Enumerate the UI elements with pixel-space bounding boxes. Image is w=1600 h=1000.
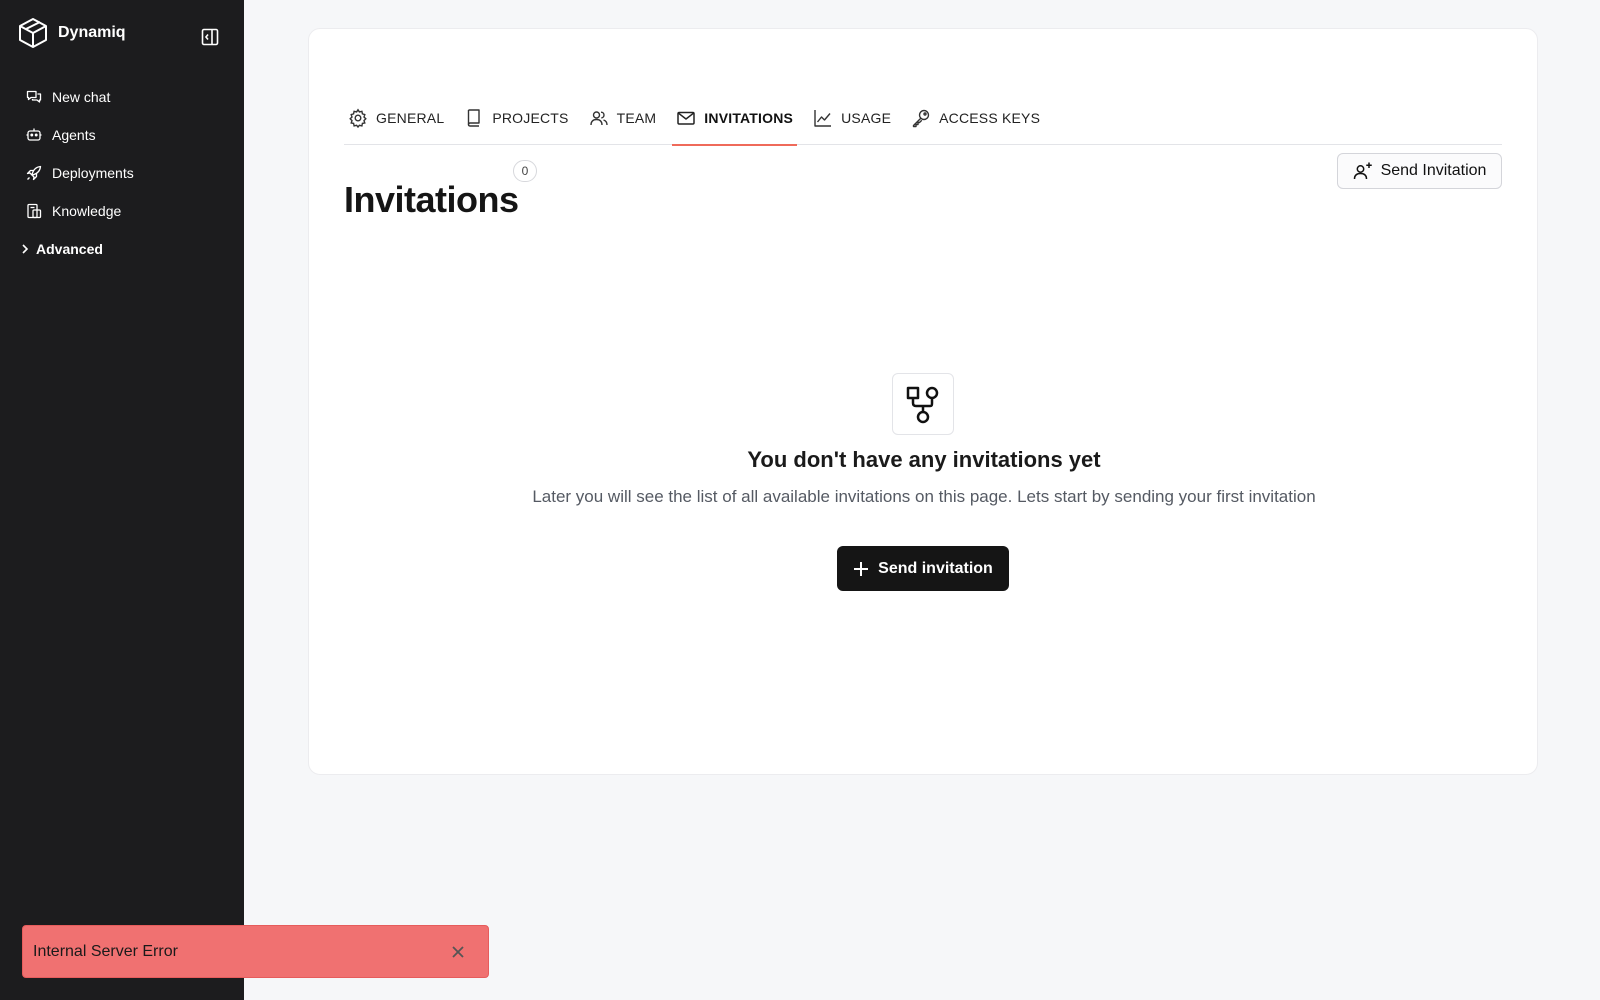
plus-icon	[853, 561, 869, 577]
error-toast: Internal Server Error	[22, 925, 489, 978]
tab-label: INVITATIONS	[704, 110, 794, 126]
user-plus-icon	[1353, 161, 1373, 181]
chart-line-icon	[813, 108, 833, 128]
sidebar-item-deployments[interactable]: Deployments	[0, 154, 244, 192]
sidebar-item-new-chat[interactable]: New chat	[0, 78, 244, 116]
users-icon	[589, 108, 609, 128]
envelope-icon	[676, 108, 696, 128]
git-fork-icon	[892, 373, 954, 435]
empty-state-subtitle: Later you will see the list of all avail…	[532, 487, 1316, 506]
key-icon	[911, 108, 931, 128]
sidebar-item-label: Knowledge	[52, 203, 122, 219]
tab-access-keys[interactable]: ACCESS KEYS	[907, 91, 1044, 145]
send-invitation-primary-button[interactable]: Send invitation	[837, 546, 1009, 591]
tab-label: PROJECTS	[492, 110, 569, 126]
tab-invitations[interactable]: INVITATIONS	[672, 91, 797, 146]
send-invitation-button[interactable]: Send Invitation	[1337, 153, 1502, 189]
gear-icon	[348, 108, 368, 128]
sidebar-nav: New chat Agents Deployments Knowledge Ad…	[0, 78, 244, 268]
tab-general[interactable]: GENERAL	[344, 91, 448, 145]
page-title: Invitations	[344, 179, 519, 220]
sidebar-item-label: Deployments	[52, 165, 134, 181]
sidebar-item-label: Agents	[52, 127, 96, 143]
sidebar-item-knowledge[interactable]: Knowledge	[0, 192, 244, 230]
count-badge: 0	[513, 160, 537, 182]
book-icon	[26, 203, 42, 219]
tab-label: ACCESS KEYS	[939, 110, 1041, 126]
book-icon	[464, 108, 484, 128]
toast-message: Internal Server Error	[33, 942, 178, 960]
rocket-icon	[26, 165, 42, 181]
settings-card: GENERAL PROJECTS TEAM INVITATIONS USAGE …	[308, 28, 1538, 775]
tab-usage[interactable]: USAGE	[809, 91, 895, 145]
robot-icon	[26, 127, 42, 143]
tab-label: GENERAL	[376, 110, 445, 126]
sidebar: Dynamiq New chat Agents Deployments Know…	[0, 0, 244, 1000]
app-root: Dynamiq New chat Agents Deployments Know…	[0, 0, 1600, 1000]
empty-state-title: You don't have any invitations yet	[747, 447, 1101, 472]
settings-tabs: GENERAL PROJECTS TEAM INVITATIONS USAGE …	[344, 91, 1502, 146]
sidebar-item-agents[interactable]: Agents	[0, 116, 244, 154]
tab-projects[interactable]: PROJECTS	[460, 91, 572, 145]
brand[interactable]: Dynamiq	[18, 17, 126, 49]
tab-label: USAGE	[841, 110, 892, 126]
send-invitation-label: Send Invitation	[1380, 162, 1487, 179]
dynamiq-logo-icon	[18, 17, 48, 49]
tab-team[interactable]: TEAM	[585, 91, 661, 145]
sidebar-item-label: Advanced	[36, 241, 103, 257]
sidebar-item-advanced[interactable]: Advanced	[0, 230, 244, 268]
send-invitation-primary-label: Send invitation	[878, 559, 993, 577]
sidebar-item-label: New chat	[52, 89, 111, 105]
chat-icon	[26, 89, 42, 105]
collapse-sidebar-button[interactable]	[200, 27, 220, 47]
close-icon[interactable]	[448, 942, 468, 962]
brand-name: Dynamiq	[58, 24, 126, 41]
tab-label: TEAM	[616, 110, 657, 126]
chevron-right-icon	[20, 241, 30, 257]
